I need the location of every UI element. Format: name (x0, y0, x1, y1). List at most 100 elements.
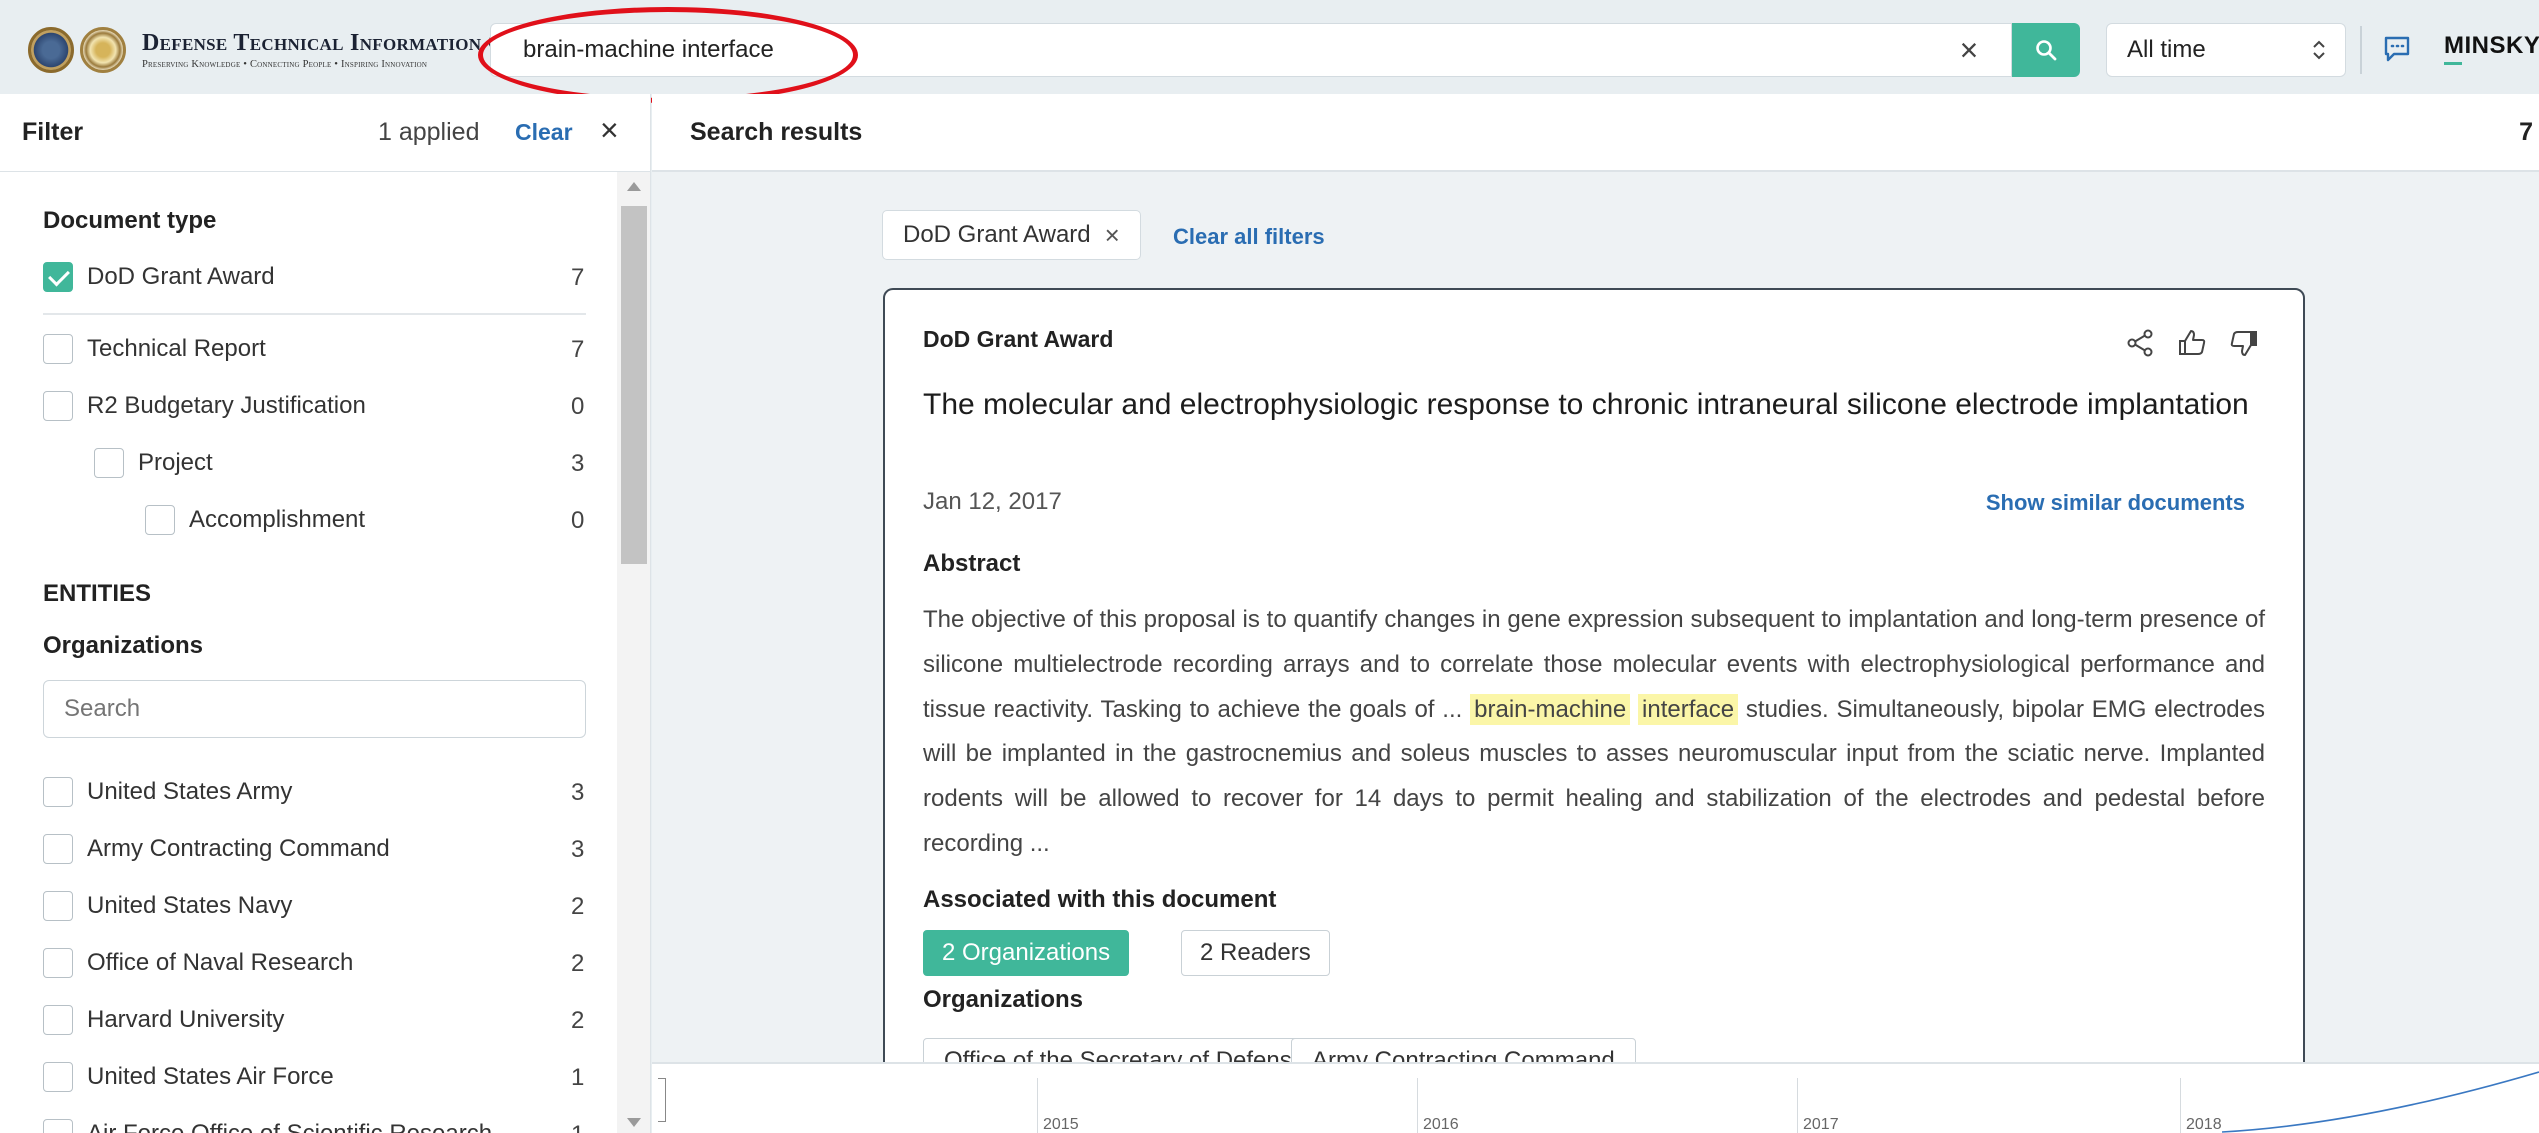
timeline-curve (2222, 1071, 2539, 1133)
doc-type-label: DoD Grant Award (923, 326, 1114, 352)
option-count: 0 (571, 393, 585, 420)
org-option[interactable]: Air Force Office of Scientific Research (43, 1114, 492, 1133)
entities-title: ENTITIES (43, 580, 152, 607)
results-area: DoD Grant Award × Clear all filters DoD … (652, 172, 2539, 1062)
clear-search-icon[interactable]: × (1951, 32, 1987, 68)
search-icon (2036, 40, 2057, 61)
document-type-title: Document type (43, 207, 217, 234)
checkbox[interactable] (43, 262, 73, 292)
option-label: Accomplishment (189, 506, 366, 533)
brand-underline (2444, 62, 2462, 65)
doctype-option[interactable]: Accomplishment (145, 500, 365, 540)
option-label: Office of Naval Research (87, 949, 354, 976)
option-count: 3 (571, 450, 585, 477)
checkbox[interactable] (43, 391, 73, 421)
updown-chevron-icon (2313, 40, 2325, 60)
show-similar-link[interactable]: Show similar documents (1986, 490, 2245, 516)
timeline-tick (1037, 1078, 1038, 1133)
organization-tag[interactable]: Office of the Secretary of Defense (923, 1038, 1327, 1062)
option-label: Technical Report (87, 335, 266, 362)
header-divider (2360, 26, 2362, 74)
timeline-year: 2015 (1043, 1116, 1079, 1133)
option-label: Air Force Office of Scientific Research (87, 1120, 492, 1133)
brand-name[interactable]: MINSKY (2444, 32, 2539, 60)
thumbs-up-icon[interactable] (2177, 328, 2207, 358)
doctype-option[interactable]: R2 Budgetary Justification (43, 386, 366, 426)
timeline-tick (1797, 1078, 1798, 1133)
thumbs-down-icon[interactable] (2229, 328, 2259, 358)
org-option[interactable]: Office of Naval Research (43, 943, 353, 983)
option-count: 2 (571, 1007, 585, 1034)
timeline-year: 2016 (1423, 1116, 1459, 1133)
highlight-term: brain-machine (1470, 693, 1631, 725)
chat-icon[interactable] (2382, 34, 2412, 64)
time-filter-select[interactable]: All time (2106, 23, 2346, 77)
tab-organizations[interactable]: 2 Organizations (923, 930, 1130, 976)
checkbox[interactable] (43, 334, 73, 364)
highlight-term: interface (1638, 693, 1739, 725)
scroll-up-icon[interactable] (627, 182, 641, 191)
checkbox[interactable] (43, 891, 73, 921)
option-count: 1 (571, 1121, 584, 1133)
option-label: DoD Grant Award (87, 263, 275, 290)
scroll-down-icon[interactable] (627, 1118, 641, 1127)
time-filter-value: All time (2127, 36, 2206, 63)
document-date: Jan 12, 2017 (923, 488, 1062, 515)
option-label: Army Contracting Command (87, 835, 390, 862)
timeline-chart[interactable]: 2015 2016 2017 2018 (652, 1062, 2539, 1133)
results-title: Search results (690, 118, 863, 146)
option-count: 2 (571, 893, 585, 920)
results-count: 7 (2519, 118, 2533, 146)
org-option[interactable]: United States Navy (43, 886, 292, 926)
checkbox[interactable] (43, 948, 73, 978)
org-option[interactable]: Harvard University (43, 1000, 284, 1040)
doctype-option[interactable]: Project (94, 443, 213, 483)
timeline-year: 2017 (1803, 1116, 1839, 1133)
tab-readers[interactable]: 2 Readers (1181, 930, 1330, 976)
option-label: Project (138, 449, 213, 476)
checkbox[interactable] (43, 834, 73, 864)
organization-tag[interactable]: Army Contracting Command (1291, 1038, 1636, 1062)
option-label: Harvard University (87, 1006, 285, 1033)
filter-title: Filter (22, 118, 84, 146)
checkbox[interactable] (43, 777, 73, 807)
option-label: United States Army (87, 778, 293, 805)
timeline-range-handle[interactable] (658, 1078, 666, 1122)
option-label: United States Air Force (87, 1063, 334, 1090)
search-button[interactable] (2012, 23, 2080, 77)
search-input[interactable] (523, 24, 1923, 76)
option-count: 0 (571, 507, 585, 534)
checkbox[interactable] (43, 1119, 73, 1133)
scroll-thumb[interactable] (621, 206, 647, 564)
share-icon[interactable] (2125, 328, 2155, 358)
result-card: DoD Grant Award The molecular and electr… (883, 288, 2305, 1062)
doctype-option[interactable]: Technical Report (43, 329, 266, 369)
timeline-tick (2180, 1078, 2181, 1133)
associated-heading: Associated with this document (923, 886, 1277, 913)
option-count: 7 (571, 336, 585, 363)
option-count: 7 (571, 264, 585, 291)
active-filter-chip: DoD Grant Award × (882, 210, 1141, 260)
close-filter-icon[interactable]: × (600, 112, 619, 149)
option-count: 3 (571, 836, 585, 863)
dtic-logo[interactable]: Defense Technical Information Center Pre… (28, 20, 565, 80)
applied-count: 1 applied (378, 118, 480, 146)
checkbox[interactable] (145, 505, 175, 535)
document-title[interactable]: The molecular and electrophysiologic res… (923, 386, 2253, 424)
clear-filters-link[interactable]: Clear (515, 119, 573, 146)
organization-search-input[interactable] (43, 680, 586, 738)
clear-all-filters-link[interactable]: Clear all filters (1173, 224, 1325, 250)
filter-header: Filter 1 applied Clear × (0, 94, 651, 172)
results-header: Search results 7 (652, 94, 2539, 172)
org-option[interactable]: United States Army (43, 772, 292, 812)
checkbox[interactable] (43, 1005, 73, 1035)
remove-chip-icon[interactable]: × (1105, 220, 1120, 251)
doctype-option[interactable]: DoD Grant Award (43, 257, 275, 297)
org-option[interactable]: United States Air Force (43, 1057, 334, 1097)
filter-scrollbar[interactable] (617, 172, 650, 1133)
abstract-text: The objective of this proposal is to qua… (923, 598, 2265, 867)
org-option[interactable]: Army Contracting Command (43, 829, 390, 869)
checkbox[interactable] (94, 448, 124, 478)
organizations-heading: Organizations (923, 986, 1084, 1013)
checkbox[interactable] (43, 1062, 73, 1092)
